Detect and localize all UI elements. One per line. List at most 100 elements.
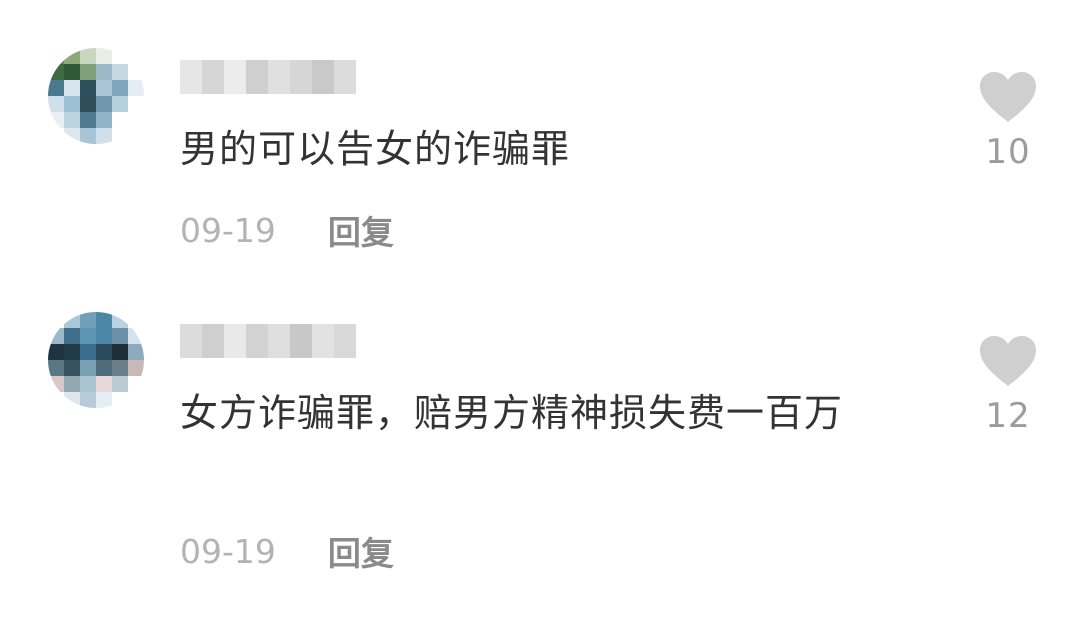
avatar-pixel: [96, 80, 112, 96]
avatar-pixel: [48, 128, 64, 144]
avatar-pixel: [96, 360, 112, 376]
username-pixel: [202, 324, 224, 358]
avatar-pixel: [96, 48, 112, 64]
avatar-pixel: [80, 128, 96, 144]
avatar-pixel: [128, 328, 144, 344]
avatar-pixel: [48, 376, 64, 392]
avatar-pixel: [48, 80, 64, 96]
avatar-pixel: [128, 360, 144, 376]
avatar-pixel: [96, 112, 112, 128]
avatar-pixel: [80, 112, 96, 128]
like-button[interactable]: 12: [972, 336, 1044, 436]
username-pixel: [224, 324, 246, 358]
avatar-pixel: [112, 80, 128, 96]
heart-icon[interactable]: [980, 72, 1036, 124]
username-pixel: [268, 60, 290, 94]
avatar-pixel: [128, 112, 144, 128]
avatar-pixel: [128, 376, 144, 392]
like-count: 10: [985, 132, 1031, 172]
username-pixel: [180, 324, 202, 358]
avatar-pixel: [128, 64, 144, 80]
avatar-pixel: [112, 112, 128, 128]
username-pixel: [268, 324, 290, 358]
avatar-pixel: [112, 64, 128, 80]
comment-text: 女方诈骗罪，赔男方精神损失费一百万: [180, 391, 844, 435]
avatar-pixel: [128, 128, 144, 144]
avatar-pixel: [48, 328, 64, 344]
avatar-pixel: [80, 344, 96, 360]
avatar-pixel: [96, 328, 112, 344]
avatar-pixel: [112, 96, 128, 112]
username-pixel: [224, 60, 246, 94]
avatar-pixel: [112, 360, 128, 376]
avatar-pixel: [64, 128, 80, 144]
reply-button[interactable]: 回复: [328, 527, 394, 575]
comment-date: 09-19: [180, 210, 276, 250]
avatar-pixel: [96, 128, 112, 144]
username-pixelated[interactable]: [180, 324, 356, 358]
comment-meta: 09-19 回复: [180, 527, 394, 575]
avatar-pixel: [48, 344, 64, 360]
username-pixel: [290, 60, 312, 94]
avatar-pixel: [64, 64, 80, 80]
avatar-pixel: [64, 344, 80, 360]
avatar-pixel: [64, 48, 80, 64]
username-pixel: [180, 60, 202, 94]
avatar-pixel: [96, 96, 112, 112]
avatar-pixel: [96, 312, 112, 328]
avatar-pixel: [48, 96, 64, 112]
avatar-pixel: [64, 376, 80, 392]
avatar-pixel: [80, 392, 96, 408]
avatar-pixel: [96, 376, 112, 392]
avatar-pixel: [112, 48, 128, 64]
avatar-pixel: [80, 96, 96, 112]
avatar-pixel: [96, 344, 112, 360]
avatar-pixel: [112, 328, 128, 344]
avatar-pixel: [128, 96, 144, 112]
avatar-pixel: [80, 312, 96, 328]
avatar-pixel: [64, 328, 80, 344]
avatar-pixel: [112, 344, 128, 360]
avatar-pixel: [128, 48, 144, 64]
avatar-pixel: [80, 376, 96, 392]
avatar-pixel: [64, 360, 80, 376]
avatar-pixel: [128, 80, 144, 96]
username-pixelated[interactable]: [180, 60, 356, 94]
reply-button[interactable]: 回复: [328, 206, 394, 254]
comment-meta: 09-19 回复: [180, 206, 394, 254]
like-button[interactable]: 10: [972, 72, 1044, 172]
username-pixel: [246, 60, 268, 94]
username-pixel: [202, 60, 224, 94]
avatar-pixel: [80, 48, 96, 64]
avatar-pixel: [48, 112, 64, 128]
avatar-pixel: [80, 360, 96, 376]
avatar-pixel: [80, 80, 96, 96]
avatar-pixel: [112, 392, 128, 408]
avatar-pixel: [48, 392, 64, 408]
avatar-pixel: [64, 96, 80, 112]
avatar[interactable]: [48, 312, 144, 408]
avatar-pixel: [48, 64, 64, 80]
username-pixel: [290, 324, 312, 358]
username-pixel: [334, 324, 356, 358]
avatar-pixel: [64, 392, 80, 408]
avatar-pixel: [64, 112, 80, 128]
avatar-pixel: [80, 64, 96, 80]
avatar[interactable]: [48, 48, 144, 144]
avatar-pixel: [128, 392, 144, 408]
avatar-pixel: [48, 360, 64, 376]
username-pixel: [312, 60, 334, 94]
comment-date: 09-19: [180, 531, 276, 571]
comment-item: 男的可以告女的诈骗罪 09-19 回复 10: [0, 0, 1080, 300]
avatar-pixel: [128, 344, 144, 360]
avatar-pixel: [96, 64, 112, 80]
avatar-pixel: [112, 128, 128, 144]
avatar-pixel: [96, 392, 112, 408]
username-pixel: [312, 324, 334, 358]
heart-icon[interactable]: [980, 336, 1036, 388]
avatar-pixel: [48, 312, 64, 328]
avatar-pixel: [64, 80, 80, 96]
like-count: 12: [985, 396, 1031, 436]
avatar-pixel: [48, 48, 64, 64]
comment-item: 女方诈骗罪，赔男方精神损失费一百万 09-19 回复 12: [0, 300, 1080, 619]
